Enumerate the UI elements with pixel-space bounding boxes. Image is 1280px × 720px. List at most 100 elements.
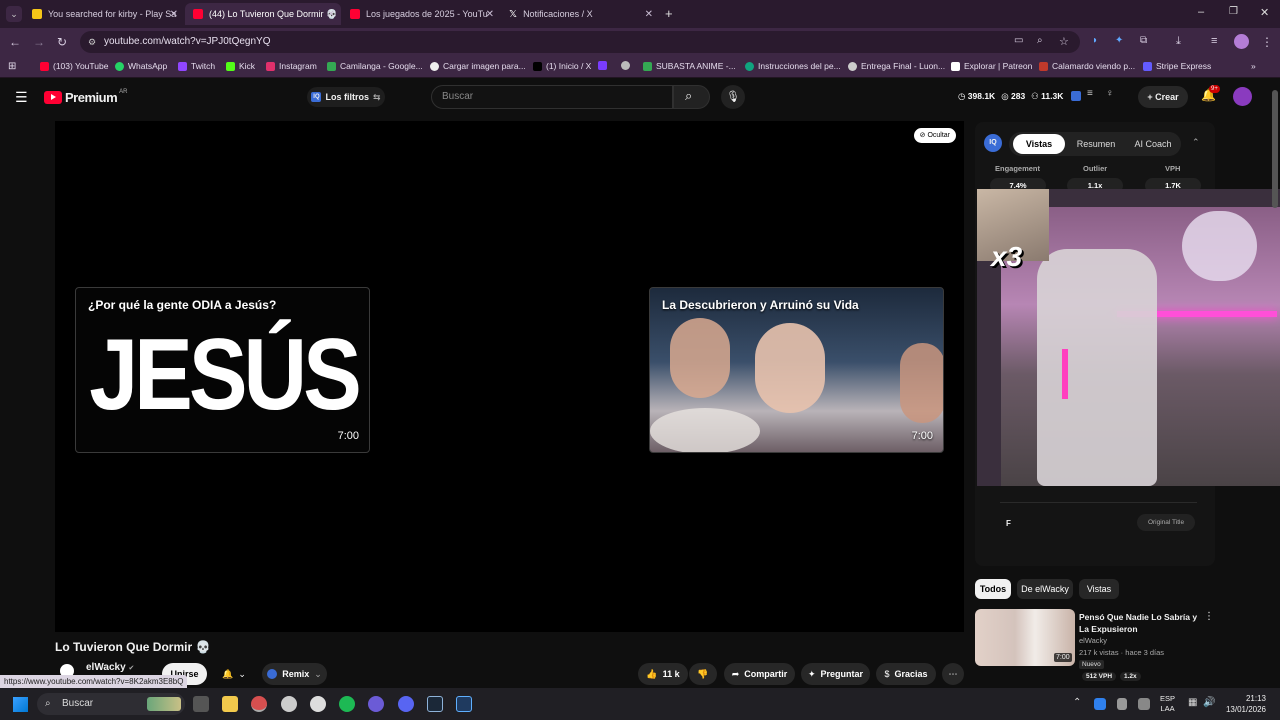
microphone-icon[interactable]	[1117, 698, 1127, 710]
bookmark-subasta[interactable]: SUBASTA ANIME -...	[643, 61, 736, 71]
tab-list-icon[interactable]: ⌄	[6, 6, 22, 22]
tab-ai-coach[interactable]: AI Coach	[1127, 134, 1179, 154]
discord-icon[interactable]	[398, 696, 414, 712]
iq-extension-icon[interactable]	[1071, 91, 1081, 101]
tray-icon[interactable]	[1094, 698, 1106, 710]
page-scrollbar[interactable]	[1272, 90, 1278, 208]
settings-icon[interactable]	[281, 696, 297, 712]
end-card-video[interactable]: La Descubrieron y Arruinó su Vida 7:00	[649, 287, 944, 453]
bookmark-youtube[interactable]: (103) YouTube	[40, 61, 108, 71]
more-options-icon[interactable]: ⋮	[1204, 611, 1214, 622]
chrome-icon[interactable]	[251, 696, 267, 712]
hide-button[interactable]: ⊘ Ocultar	[913, 128, 956, 143]
tab-youtube-2[interactable]: Los juegados de 2025 - YouTu ✕	[342, 3, 500, 25]
lightbulb-icon[interactable]: ♀	[1106, 88, 1114, 99]
filters-button[interactable]: IQ Los filtros ⇆	[307, 87, 385, 107]
app-icon[interactable]	[368, 696, 384, 712]
maximize-button[interactable]: ❐	[1229, 6, 1238, 17]
close-icon[interactable]: ✕	[327, 9, 335, 20]
extension-icon[interactable]: ✦	[1115, 35, 1123, 46]
dislike-button[interactable]: 👎	[689, 663, 717, 685]
more-bookmarks-icon[interactable]: »	[1251, 61, 1256, 71]
end-card-video[interactable]: ¿Por qué la gente ODIA a Jesús? JESÚS 7:…	[75, 287, 370, 453]
bookmark-whatsapp[interactable]: WhatsApp	[115, 61, 167, 71]
thanks-button[interactable]: $ Gracias	[876, 663, 936, 685]
remix-button[interactable]: Remix ⌄	[262, 663, 327, 685]
chip-vistas[interactable]: Vistas	[1079, 579, 1119, 599]
bookmark-patreon[interactable]: Explorar | Patreon	[951, 61, 1032, 71]
tab-vistas[interactable]: Vistas	[1013, 134, 1065, 154]
voice-search-button[interactable]: 🎙	[721, 85, 745, 109]
windows-start-icon[interactable]	[13, 697, 28, 712]
extensions-puzzle-icon[interactable]: ⧉	[1140, 35, 1147, 46]
chip-todos[interactable]: Todos	[975, 579, 1011, 599]
notification-bell-button[interactable]: 🔔 ⌄	[213, 663, 255, 685]
cast-icon[interactable]: ▭	[1014, 35, 1023, 46]
share-button[interactable]: ➦ Compartir	[724, 663, 795, 685]
task-view-icon[interactable]	[193, 696, 209, 712]
ask-button[interactable]: ✦ Preguntar	[801, 663, 870, 685]
bookmark-instrucciones[interactable]: Instrucciones del pe...	[745, 61, 841, 71]
search-button[interactable]: ⌕	[673, 85, 710, 109]
bookmark-twitch[interactable]: Twitch	[178, 61, 215, 71]
extension-icon[interactable]: ◗	[1092, 35, 1098, 46]
youtube-logo[interactable]: Premium AR	[44, 89, 127, 105]
video-player[interactable]: ⊘ Ocultar ¿Por qué la gente ODIA a Jesús…	[55, 121, 964, 632]
download-icon[interactable]: ⤓	[1176, 35, 1181, 48]
bookmark-drive[interactable]: Camilanga - Google...	[327, 61, 423, 71]
url-field[interactable]: ⚙ youtube.com/watch?v=JPJ0tQegnYQ	[80, 31, 1080, 53]
like-button[interactable]: 👍 11 k	[638, 663, 688, 685]
bookmark-purple[interactable]	[598, 61, 611, 70]
apps-icon[interactable]: ⊞	[8, 61, 16, 72]
close-icon[interactable]: ✕	[645, 9, 653, 20]
hamburger-menu-icon[interactable]: ☰	[15, 89, 28, 106]
vegas-icon[interactable]	[456, 696, 472, 712]
avatar[interactable]	[1233, 87, 1252, 106]
close-icon[interactable]: ✕	[170, 9, 178, 20]
close-icon[interactable]: ✕	[486, 9, 494, 20]
forward-button[interactable]: →	[33, 35, 45, 49]
bookmark-stripe[interactable]: Stripe Express	[1143, 61, 1211, 71]
taskbar-search[interactable]: ⌕ Buscar	[37, 693, 185, 715]
tab-x[interactable]: 𝕏 Notificaciones / X ✕	[501, 3, 659, 25]
more-actions-button[interactable]: ⋯	[942, 663, 964, 685]
volume-icon[interactable]: 🔊	[1203, 697, 1215, 708]
back-button[interactable]: ←	[9, 35, 21, 49]
channel-name[interactable]: elWacky ✔	[86, 662, 134, 673]
list-icon[interactable]: ≡	[1087, 88, 1093, 99]
search-input[interactable]: Buscar	[431, 85, 673, 109]
bookmark-x[interactable]: (1) Inicio / X	[533, 61, 591, 71]
menu-icon[interactable]: ⋮	[1261, 35, 1273, 49]
notifications-button[interactable]: 🔔 9+	[1201, 85, 1220, 102]
reload-button[interactable]: ↻	[57, 35, 67, 49]
chip-de-elwacky[interactable]: De elWacky	[1017, 579, 1073, 599]
clock[interactable]: 21:13 13/01/2026	[1222, 693, 1266, 715]
recommended-video[interactable]: 7:00 Pensó Que Nadie Lo Sabría y La Expu…	[975, 609, 1275, 688]
chevron-up-icon[interactable]: ⌃	[1073, 697, 1081, 708]
bookmark-upload[interactable]: Cargar imagen para...	[430, 61, 526, 71]
tray-icon[interactable]	[1138, 698, 1150, 710]
minimize-button[interactable]: –	[1198, 6, 1204, 18]
bookmark-globe[interactable]	[621, 61, 634, 70]
tab-youtube-current[interactable]: (44) Lo Tuvieron Que Dormir 💀 ✕	[185, 3, 341, 25]
media-icon[interactable]: ≡	[1211, 35, 1217, 47]
bookmark-kick[interactable]: Kick	[226, 61, 255, 71]
bookmark-entrega[interactable]: Entrega Final - Luon...	[848, 61, 945, 71]
spotify-icon[interactable]	[339, 696, 355, 712]
bookmark-calamardo[interactable]: Calamardo viendo p...	[1039, 61, 1135, 71]
tab-playsa[interactable]: You searched for kirby - Play Sa ✕	[24, 3, 184, 25]
zoom-icon[interactable]: ⌕	[1037, 35, 1043, 46]
collapse-icon[interactable]: ⌃	[1192, 137, 1200, 148]
create-button[interactable]: + Crear	[1138, 86, 1188, 108]
star-icon[interactable]: ☆	[1059, 35, 1069, 48]
window-close-button[interactable]: ✕	[1260, 6, 1269, 19]
steam-icon[interactable]	[427, 696, 443, 712]
bookmark-instagram[interactable]: Instagram	[266, 61, 317, 71]
obs-icon[interactable]	[310, 696, 326, 712]
network-icon[interactable]: ▦	[1188, 697, 1197, 708]
tab-resumen[interactable]: Resumen	[1070, 134, 1122, 154]
language-indicator[interactable]: ESP LAA	[1160, 694, 1175, 714]
original-title-button[interactable]: Original Title	[1137, 514, 1195, 531]
file-explorer-icon[interactable]	[222, 696, 238, 712]
new-tab-button[interactable]: +	[665, 6, 673, 21]
